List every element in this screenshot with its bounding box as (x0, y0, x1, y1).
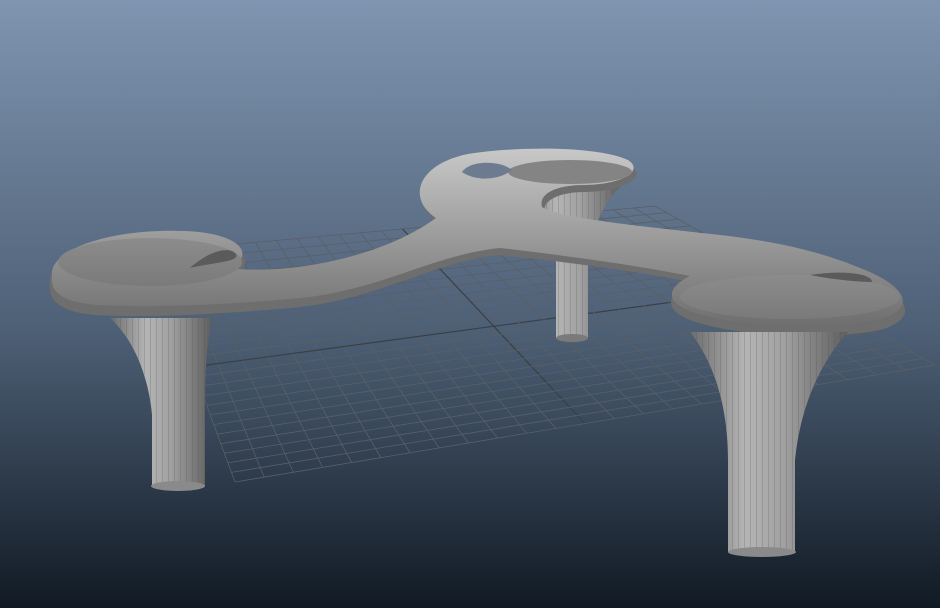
viewport-canvas[interactable] (0, 0, 940, 608)
3d-viewport[interactable] (0, 0, 940, 608)
